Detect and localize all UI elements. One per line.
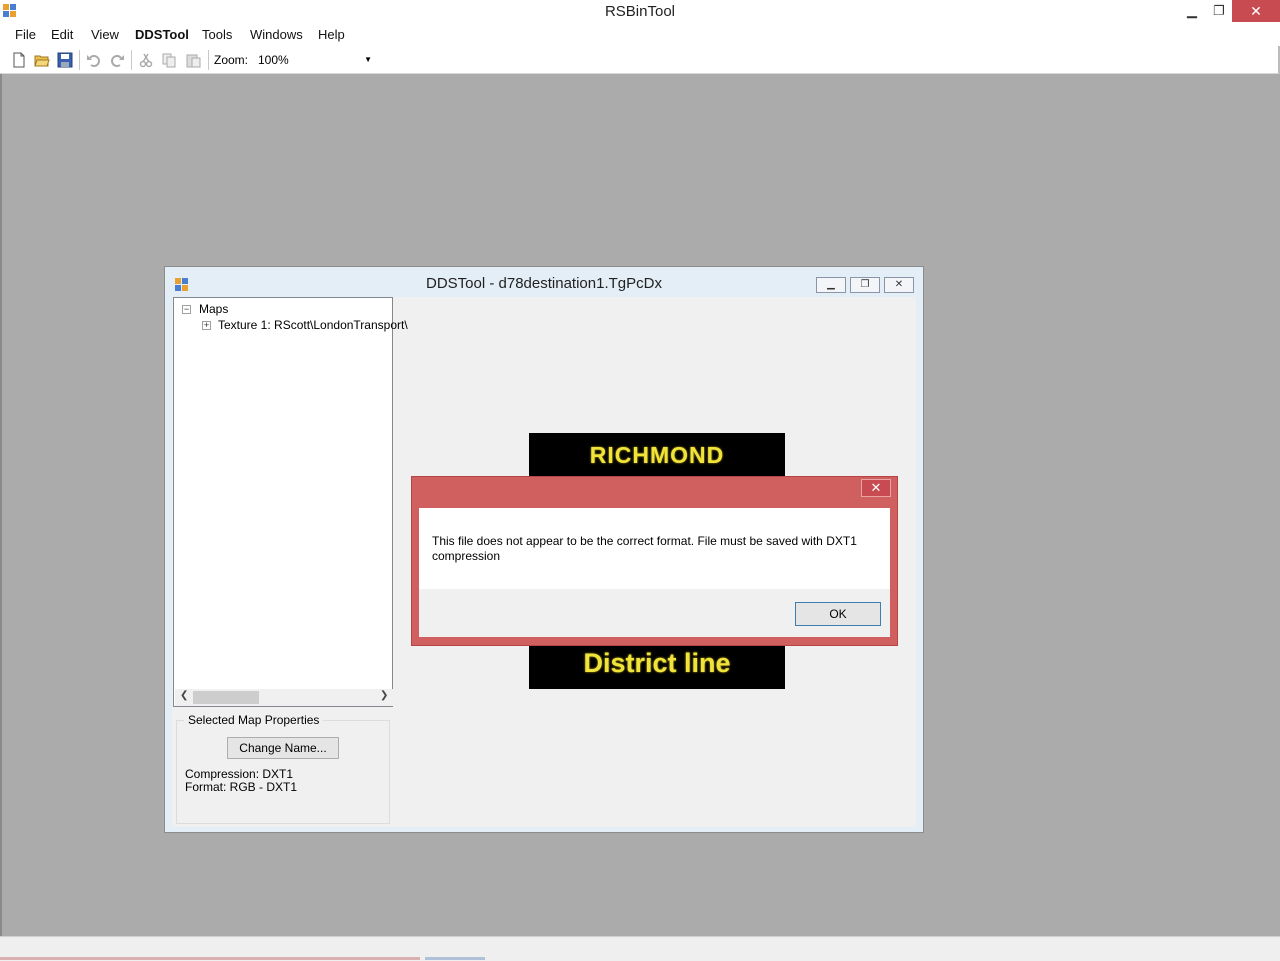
selected-map-properties: Selected Map Properties Change Name... C…: [176, 713, 390, 824]
child-close-button[interactable]: ✕: [884, 277, 914, 293]
open-folder-icon[interactable]: [34, 52, 50, 68]
close-button[interactable]: ✕: [1232, 0, 1280, 22]
tree-horizontal-scrollbar[interactable]: ❮ ❯: [175, 689, 393, 706]
zoom-value: 100%: [258, 53, 289, 67]
properties-legend: Selected Map Properties: [184, 713, 324, 727]
scroll-left-icon[interactable]: ❮: [180, 690, 188, 701]
compression-value: Compression: DXT1: [185, 767, 294, 781]
menu-ddstool[interactable]: DDSTool: [135, 27, 189, 42]
expand-icon[interactable]: +: [202, 321, 211, 330]
window-title: DDSTool - d78destination1.TgPcDx: [426, 275, 662, 292]
scroll-right-icon[interactable]: ❯: [380, 690, 388, 701]
texture-text-richmond: RICHMOND: [589, 442, 725, 468]
change-name-button[interactable]: Change Name...: [227, 737, 339, 759]
tree-node-maps[interactable]: Maps: [199, 302, 228, 316]
menu-help[interactable]: Help: [318, 27, 345, 42]
menu-edit[interactable]: Edit: [51, 27, 73, 42]
toolbar: Zoom: 100% ▼: [0, 46, 1280, 74]
ok-button[interactable]: OK: [795, 602, 881, 626]
chevron-down-icon: ▼: [364, 55, 372, 64]
new-file-icon[interactable]: [11, 52, 27, 68]
dialog-footer: OK: [419, 589, 890, 637]
menu-tools[interactable]: Tools: [202, 27, 232, 42]
dialog-message: This file does not appear to be the corr…: [432, 534, 857, 563]
child-maximize-button[interactable]: ❐: [850, 277, 880, 293]
dialog-close-button[interactable]: ✕: [861, 479, 891, 497]
texture-preview-top: RICHMOND: [529, 433, 785, 477]
app-title: RSBinTool: [604, 3, 676, 20]
tree-node-texture[interactable]: Texture 1: RScott\LondonTransport\: [218, 318, 408, 332]
status-bar: [0, 936, 1280, 961]
toolbar-separator: [79, 50, 80, 70]
undo-icon[interactable]: [86, 52, 102, 68]
texture-text-district: District line: [583, 648, 731, 678]
paste-icon[interactable]: [185, 52, 201, 68]
workspace-border: [0, 74, 2, 936]
menu-file[interactable]: File: [15, 27, 36, 42]
zoom-label: Zoom:: [214, 53, 249, 67]
error-dialog: ✕ This file does not appear to be the co…: [411, 476, 898, 646]
zoom-dropdown[interactable]: 100% ▼: [254, 50, 374, 70]
collapse-icon[interactable]: −: [182, 305, 191, 314]
cut-icon[interactable]: [138, 52, 154, 68]
menu-bar: File Edit View DDSTool Tools Windows Hel…: [0, 24, 1280, 46]
dialog-body: This file does not appear to be the corr…: [419, 508, 890, 589]
texture-preview-bottom: District line: [529, 645, 785, 689]
minimize-button[interactable]: ▁: [1178, 0, 1206, 22]
app-titlebar: RSBinTool ▁ ❐ ✕: [0, 0, 1280, 25]
maps-tree[interactable]: − Maps + Texture 1: RScott\LondonTranspo…: [173, 297, 408, 707]
format-value: Format: RGB - DXT1: [185, 780, 298, 794]
menu-view[interactable]: View: [91, 27, 119, 42]
toolbar-separator: [131, 50, 132, 70]
scrollbar-thumb[interactable]: [193, 691, 259, 704]
child-minimize-button[interactable]: ▁: [816, 277, 846, 293]
copy-icon[interactable]: [161, 52, 177, 68]
toolbar-separator: [208, 50, 209, 70]
redo-icon[interactable]: [109, 52, 125, 68]
save-icon[interactable]: [57, 52, 73, 68]
maximize-button[interactable]: ❐: [1206, 0, 1232, 22]
menu-windows[interactable]: Windows: [250, 27, 303, 42]
